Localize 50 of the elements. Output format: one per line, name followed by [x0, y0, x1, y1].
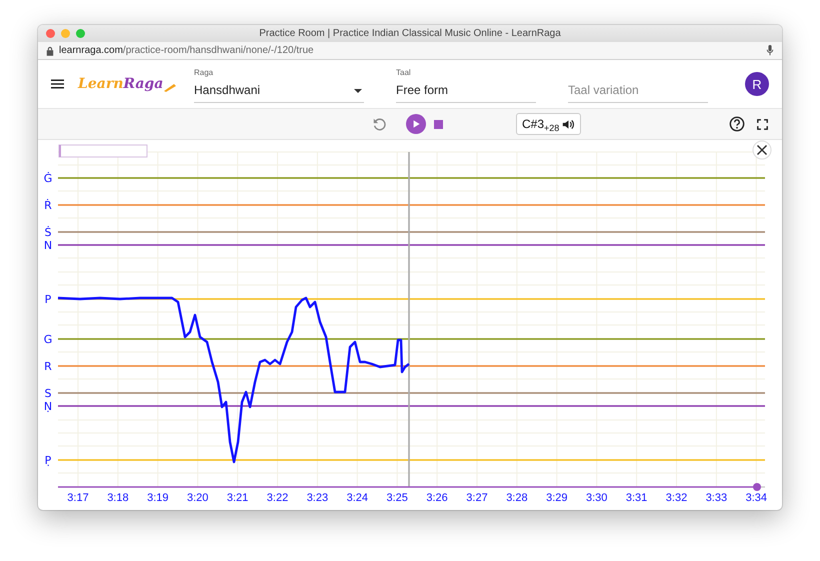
- speaker-icon: [562, 118, 576, 130]
- note-label: N: [44, 239, 52, 252]
- note-label: G: [44, 333, 52, 346]
- address-bar[interactable]: learnraga.com/practice-room/hansdhwani/none/-/120/true: [38, 42, 782, 60]
- time-tick-label: 3:24: [346, 492, 368, 504]
- note-label: S: [44, 387, 52, 400]
- replay-icon[interactable]: [372, 117, 386, 131]
- time-tick-label: 3:20: [187, 492, 208, 504]
- time-tick-label: 3:27: [466, 492, 488, 504]
- note-label: Ṇ: [44, 400, 52, 413]
- time-tick-label: 3:22: [266, 492, 288, 504]
- time-tick-label: 3:25: [386, 492, 408, 504]
- taal-variation-field[interactable]: Taal variation: [568, 65, 708, 103]
- time-tick-label: 3:32: [666, 492, 688, 504]
- close-icon[interactable]: [752, 140, 772, 160]
- user-avatar[interactable]: R: [745, 72, 769, 96]
- note-label: Ġ: [44, 172, 52, 185]
- fullscreen-icon[interactable]: [757, 118, 768, 130]
- time-tick-label: 3:18: [107, 492, 129, 504]
- time-tick-label: 3:26: [426, 492, 448, 504]
- stop-button[interactable]: [434, 120, 443, 128]
- microphone-icon[interactable]: [766, 45, 774, 56]
- time-tick-label: 3:19: [147, 492, 168, 504]
- close-window-button[interactable]: [46, 29, 55, 38]
- raga-select[interactable]: Raga Hansdhwani: [194, 65, 364, 103]
- time-tick-label: 3:33: [706, 492, 728, 504]
- note-label: Ṡ: [44, 226, 52, 239]
- note-label: P̣: [44, 454, 52, 467]
- slider-thumb[interactable]: [753, 483, 761, 491]
- play-button[interactable]: [406, 114, 426, 134]
- time-tick-label: 3:21: [226, 492, 248, 504]
- taal-field[interactable]: Taal Free form: [396, 65, 536, 103]
- url-text: learnraga.com/practice-room/hansdhwani/none/-/120/true: [59, 45, 315, 56]
- note-label: P: [44, 293, 52, 306]
- time-tick-label: 3:29: [546, 492, 568, 504]
- note-label: Ṙ: [44, 199, 52, 212]
- time-tick-label: 3:23: [306, 492, 328, 504]
- menu-icon[interactable]: [51, 79, 64, 89]
- time-tick-label: 3:17: [67, 492, 89, 504]
- time-tick-label: 3:30: [586, 492, 608, 504]
- lock-icon: [46, 46, 54, 56]
- window-title: Practice Room | Practice Indian Classical Music Online - LearnRaga: [258, 28, 562, 39]
- time-tick-label: 3:34: [746, 492, 767, 504]
- dropdown-caret-icon: [354, 89, 362, 93]
- time-tick-label: 3:28: [506, 492, 528, 504]
- note-label: R: [44, 360, 52, 373]
- time-tick-label: 3:31: [626, 492, 648, 504]
- help-icon[interactable]: [729, 116, 745, 132]
- timeline-slider[interactable]: [58, 486, 765, 488]
- logo[interactable]: LearnRaga: [78, 76, 178, 92]
